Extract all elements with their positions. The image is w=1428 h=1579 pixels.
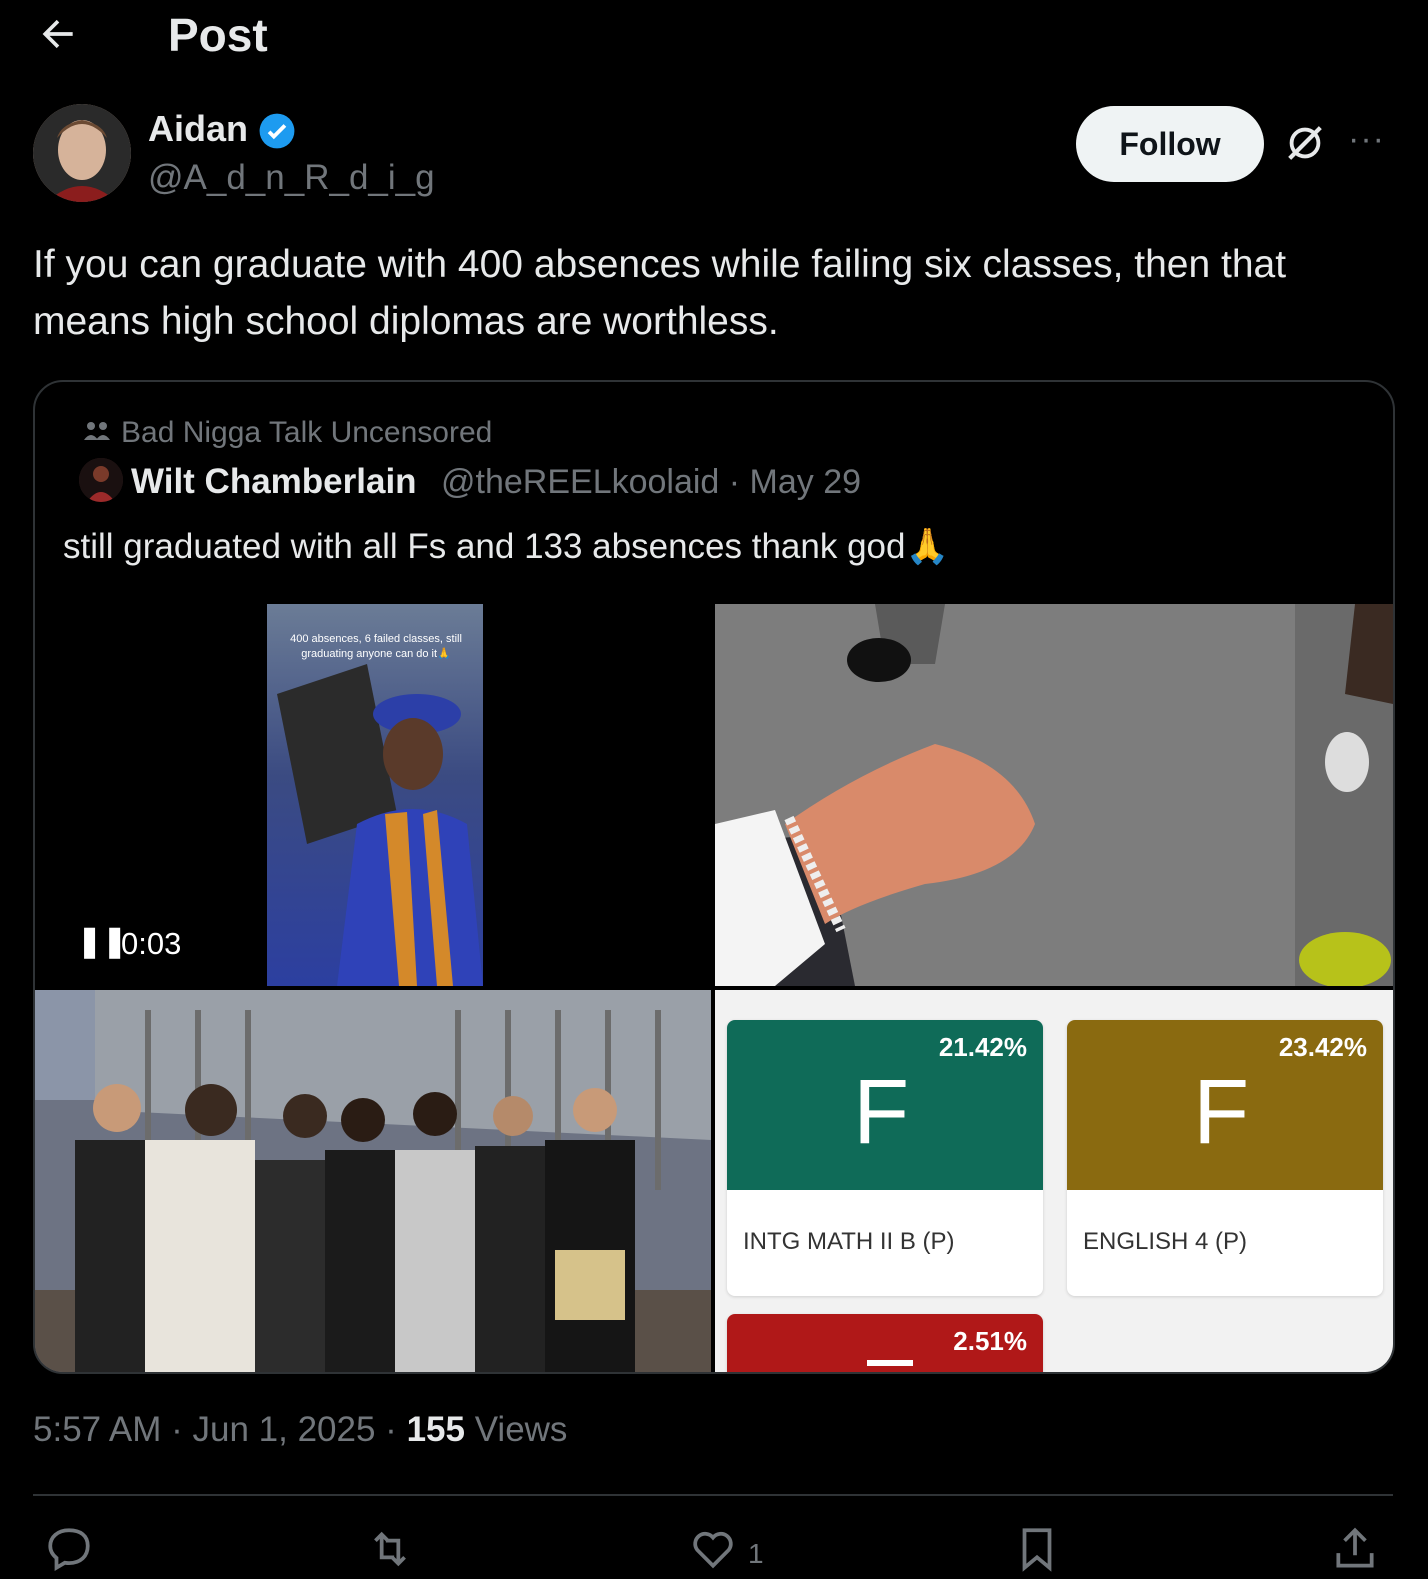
group-photo[interactable] <box>35 990 711 1372</box>
post-text: If you can graduate with 400 absences wh… <box>33 243 1287 343</box>
post-time-date: 5:57 AM · Jun 1, 2025 · <box>33 1410 407 1449</box>
post-timestamp[interactable]: 5:57 AM · Jun 1, 2025 · 155 Views <box>33 1410 567 1450</box>
grade-course: ENGLISH 4 (P) <box>1083 1228 1248 1255</box>
pause-icon[interactable]: ❚❚ <box>77 924 127 959</box>
page-title: Post <box>168 9 268 61</box>
video-media[interactable]: 400 absences, 6 failed classes, still gr… <box>35 604 711 986</box>
hand-bracelet-photo[interactable] <box>715 604 1393 986</box>
grade-card: F 21.42% INTG MATH II B (P) <box>727 1020 1043 1296</box>
quoted-post-text: still graduated with all Fs and 133 abse… <box>63 527 950 566</box>
divider <box>33 1494 1393 1496</box>
quoted-author-meta: @theREELkoolaid · May 29 <box>441 463 862 501</box>
video-time: 0:03 <box>121 926 182 961</box>
follow-button[interactable]: Follow <box>1076 106 1264 182</box>
grade-percent: 2.51% <box>953 1326 1027 1356</box>
grade-card: F 23.42% ENGLISH 4 (P) <box>1067 1020 1383 1296</box>
avatar[interactable] <box>33 104 131 202</box>
grade-letter: F <box>1193 1061 1250 1163</box>
grade-letter: F <box>853 1061 910 1163</box>
bookmark-icon[interactable] <box>1012 1524 1072 1574</box>
verified-badge-icon <box>258 112 296 150</box>
grade-percent: 21.42% <box>938 1032 1027 1062</box>
views-label: Views <box>474 1410 568 1449</box>
quoted-author-avatar[interactable] <box>79 458 123 502</box>
reply-icon[interactable] <box>44 1524 104 1574</box>
quoted-post-card[interactable]: Bad Nigga Talk Uncensored Wilt Chamberla… <box>33 380 1395 1374</box>
community-label[interactable]: Bad Nigga Talk Uncensored <box>121 416 492 450</box>
back-arrow-icon[interactable] <box>36 12 80 56</box>
video-thumbnail: 400 absences, 6 failed classes, still gr… <box>267 604 483 986</box>
quoted-author-name[interactable]: Wilt Chamberlain <box>131 462 417 502</box>
community-icon <box>83 420 111 442</box>
grade-course: INTG MATH II B (P) <box>743 1228 955 1255</box>
repost-icon[interactable] <box>362 1524 422 1574</box>
grok-icon[interactable] <box>1282 120 1328 166</box>
like-count: 1 <box>748 1538 764 1569</box>
share-icon[interactable] <box>1330 1524 1390 1574</box>
author-handle[interactable]: @A_d_n_R_d_i_g <box>148 158 435 198</box>
grades-screenshot[interactable]: F 21.42% INTG MATH II B (P) F 23.42% ENG… <box>715 990 1393 1372</box>
grade-card: 2.51% <box>727 1314 1043 1372</box>
more-options-icon[interactable]: ··· <box>1348 120 1385 159</box>
like-icon[interactable] <box>688 1524 748 1574</box>
grade-letter-partial <box>867 1360 913 1366</box>
views-count: 155 <box>406 1410 465 1449</box>
grade-percent: 23.42% <box>1278 1032 1367 1062</box>
author-name[interactable]: Aidan <box>148 108 248 150</box>
video-caption: 400 absences, 6 failed classes, still gr… <box>290 633 462 660</box>
